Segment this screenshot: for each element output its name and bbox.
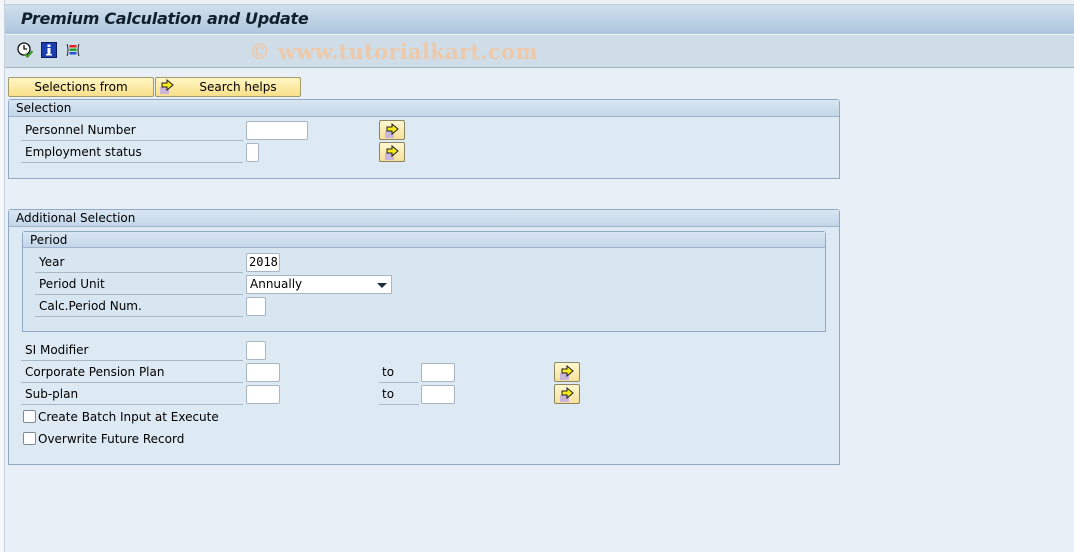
year-label: Year xyxy=(35,253,243,273)
period-unit-label: Period Unit xyxy=(35,275,243,295)
corporate-pension-plan-from-input[interactable] xyxy=(246,363,280,382)
search-helps-button[interactable]: Search helps xyxy=(155,77,301,97)
create-batch-input-checkbox[interactable] xyxy=(23,410,36,423)
arrow-right-icon xyxy=(560,387,574,402)
employment-status-label: Employment status xyxy=(21,143,243,163)
overwrite-future-record-label: Overwrite Future Record xyxy=(38,432,185,446)
arrow-right-icon xyxy=(385,145,399,160)
sub-plan-to-label: to xyxy=(379,385,419,405)
selection-options-icon[interactable] xyxy=(65,42,81,58)
watermark-text: © www.tutorialkart.com xyxy=(249,39,538,64)
personnel-number-label: Personnel Number xyxy=(21,121,243,141)
corporate-pension-plan-to-label: to xyxy=(379,363,419,383)
calc-period-num-input[interactable] xyxy=(246,297,266,316)
chevron-down-icon xyxy=(377,283,387,288)
arrow-right-icon xyxy=(385,123,399,138)
title-bar: Premium Calculation and Update xyxy=(5,5,1074,35)
create-batch-input-label: Create Batch Input at Execute xyxy=(38,410,219,424)
selections-from-button[interactable]: Selections from xyxy=(8,77,154,97)
personnel-number-input[interactable] xyxy=(246,121,308,140)
selections-from-label: Selections from xyxy=(34,80,128,94)
period-subgroup-title: Period xyxy=(23,232,825,248)
application-toolbar: © www.tutorialkart.com xyxy=(5,35,1074,68)
calc-period-num-label: Calc.Period Num. xyxy=(35,297,243,317)
personnel-number-multiple-selection-button[interactable] xyxy=(379,120,405,140)
search-helps-label: Search helps xyxy=(199,80,277,94)
arrow-right-icon xyxy=(159,78,175,100)
arrow-right-icon xyxy=(560,365,574,380)
info-icon[interactable] xyxy=(41,42,57,58)
sub-plan-to-input[interactable] xyxy=(421,385,455,404)
window-left-border xyxy=(0,0,5,552)
additional-selection-title: Additional Selection xyxy=(9,210,839,227)
sub-plan-multiple-selection-button[interactable] xyxy=(554,384,580,404)
corporate-pension-plan-to-input[interactable] xyxy=(421,363,455,382)
corporate-pension-plan-label: Corporate Pension Plan xyxy=(21,363,243,383)
employment-status-input[interactable] xyxy=(246,143,259,162)
create-batch-input-row[interactable]: Create Batch Input at Execute xyxy=(23,409,219,427)
period-unit-dropdown[interactable]: Annually xyxy=(246,275,392,294)
si-modifier-label: SI Modifier xyxy=(21,341,243,361)
overwrite-future-record-checkbox[interactable] xyxy=(23,432,36,445)
overwrite-future-record-row[interactable]: Overwrite Future Record xyxy=(23,431,184,449)
page-title: Premium Calculation and Update xyxy=(21,9,309,28)
year-input[interactable]: 2018 xyxy=(246,253,280,272)
employment-status-multiple-selection-button[interactable] xyxy=(379,142,405,162)
si-modifier-input[interactable] xyxy=(246,341,266,360)
selection-group-title: Selection xyxy=(9,100,839,117)
corporate-pension-plan-multiple-selection-button[interactable] xyxy=(554,362,580,382)
sub-plan-from-input[interactable] xyxy=(246,385,280,404)
execute-clock-icon[interactable] xyxy=(17,42,34,59)
sub-plan-label: Sub-plan xyxy=(21,385,243,405)
period-unit-value: Annually xyxy=(250,277,303,291)
